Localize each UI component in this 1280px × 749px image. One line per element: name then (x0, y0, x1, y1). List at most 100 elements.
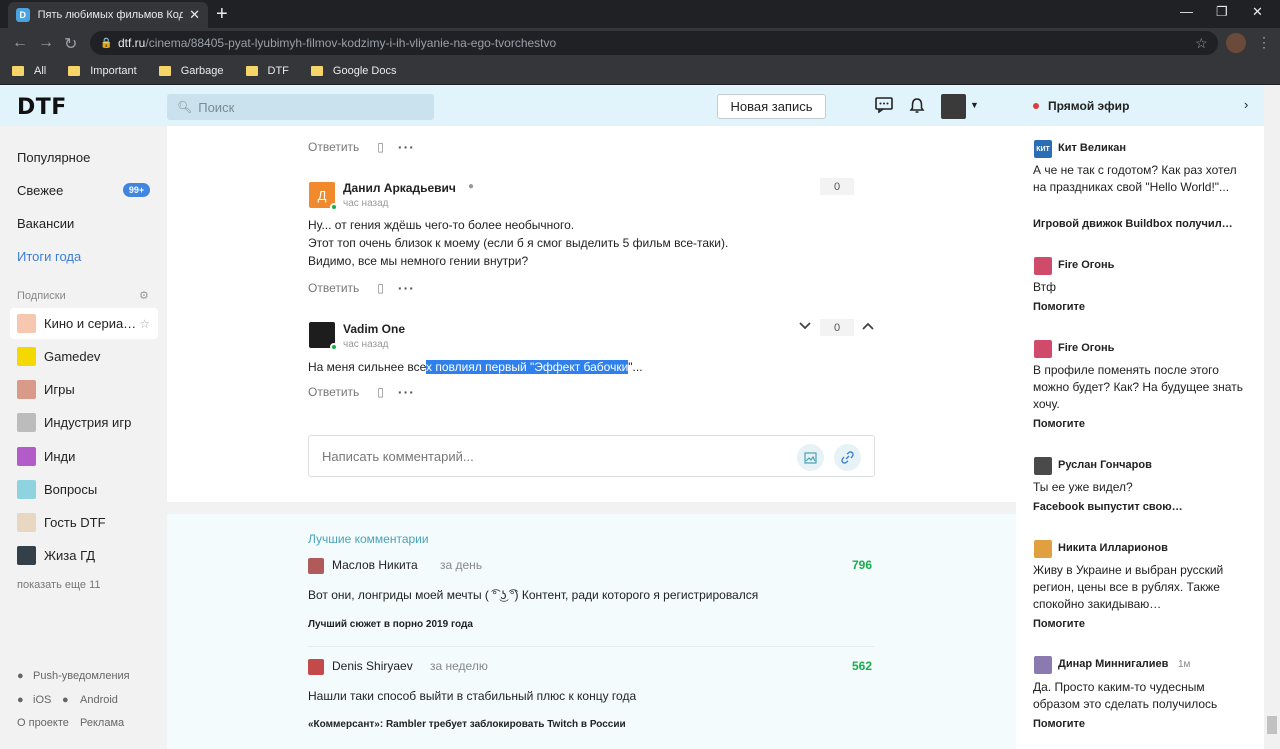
comment-time[interactable]: час назад (343, 339, 389, 350)
best-comment-text[interactable]: Вот они, лонгриды моей мечты ( ͡° ͜ʖ ͡°)… (308, 588, 758, 602)
live-comment-text[interactable]: А че не так с годотом? Как раз хотел на … (1033, 162, 1243, 196)
close-window-icon[interactable]: ✕ (1252, 4, 1263, 20)
profile-avatar[interactable] (1226, 33, 1246, 53)
star-icon[interactable]: ☆ (139, 317, 150, 331)
live-author[interactable]: Руслан Гончаров (1058, 459, 1152, 471)
live-author[interactable]: Fire Огонь (1058, 342, 1114, 354)
user-avatar[interactable] (941, 94, 966, 119)
comment-author[interactable]: Vadim One (343, 322, 405, 336)
notifications-bell-icon[interactable] (909, 97, 925, 119)
vote-down-icon[interactable] (798, 318, 812, 334)
sidebar-sub-gamedev[interactable]: Gamedev (10, 341, 158, 372)
sidebar-sub-cinema[interactable]: Кино и сериа… ☆ (10, 308, 158, 339)
search-input[interactable]: 🔍︎ Поиск (167, 94, 434, 120)
bookmark-icon[interactable]: ▯ (377, 385, 384, 399)
gear-icon[interactable]: ⚙ (139, 289, 149, 302)
bookmark-icon[interactable]: ▯ (377, 281, 384, 295)
live-comment-text[interactable]: В профиле поменять после этого можно буд… (1033, 362, 1243, 413)
reply-button[interactable]: Ответить (308, 140, 359, 154)
new-post-button[interactable]: Новая запись (717, 94, 826, 119)
live-avatar[interactable] (1034, 656, 1052, 674)
sidebar-sub-guest[interactable]: Гость DTF (10, 507, 158, 538)
comment-avatar[interactable]: Д (309, 182, 338, 211)
more-icon[interactable]: ··· (398, 384, 415, 400)
best-comment-post-link[interactable]: «Коммерсант»: Rambler требует заблокиров… (308, 719, 626, 730)
live-post-link[interactable]: Facebook выпустит свою… (1033, 501, 1183, 513)
comment-input[interactable]: Написать комментарий... (308, 435, 875, 477)
sidebar-sub-indie[interactable]: Инди (10, 441, 158, 472)
best-comment-avatar[interactable] (308, 659, 324, 675)
about-link[interactable]: О проекте (17, 717, 69, 729)
sidebar-sub-zhiza[interactable]: Жиза ГД (10, 540, 158, 571)
live-post-link[interactable]: Помогите (1033, 418, 1085, 430)
bookmark-all[interactable]: All (12, 65, 46, 77)
live-avatar[interactable]: КИТ (1034, 140, 1052, 158)
sidebar-sub-questions[interactable]: Вопросы (10, 474, 158, 505)
bookmark-star-icon[interactable]: ☆ (1195, 35, 1208, 52)
bookmark-icon[interactable]: ▯ (377, 140, 384, 154)
sidebar-item-fresh[interactable]: Свежее (17, 183, 63, 198)
messages-icon[interactable] (875, 97, 893, 118)
live-author[interactable]: Fire Огонь (1058, 259, 1114, 271)
best-comment-author[interactable]: Denis Shiryaev (332, 659, 413, 673)
ios-link[interactable]: iOS (33, 694, 51, 706)
live-comment-text[interactable]: Втф (1033, 279, 1243, 296)
best-comment-author[interactable]: Маслов Никита (332, 558, 418, 572)
sidebar-item-year-results[interactable]: Итоги года (17, 249, 81, 264)
close-tab-icon[interactable]: ✕ (189, 7, 200, 23)
link-icon[interactable] (834, 444, 861, 471)
live-avatar[interactable] (1034, 540, 1052, 558)
ads-link[interactable]: Реклама (80, 717, 124, 729)
bookmark-dtf[interactable]: DTF (245, 65, 289, 77)
back-icon[interactable]: ← (12, 34, 28, 52)
live-avatar[interactable] (1034, 457, 1052, 475)
best-comment-avatar[interactable] (308, 558, 324, 574)
comment-time[interactable]: час назад (343, 198, 389, 209)
sidebar-item-jobs[interactable]: Вакансии (17, 216, 74, 231)
show-more-link[interactable]: показать еще 11 (17, 579, 101, 591)
android-link[interactable]: Android (80, 694, 118, 706)
live-feed-header[interactable]: Прямой эфир › (1016, 86, 1264, 126)
live-author[interactable]: Динар Миннигалиев (1058, 658, 1168, 670)
best-comment-text[interactable]: Нашли таки способ выйти в стабильный плю… (308, 689, 636, 703)
reply-button[interactable]: Ответить (308, 385, 359, 399)
chevron-down-icon[interactable]: ▼ (970, 100, 979, 110)
maximize-icon[interactable]: ❐ (1216, 4, 1228, 20)
scrollbar-thumb[interactable] (1267, 716, 1277, 734)
chevron-right-icon[interactable]: › (1244, 97, 1248, 112)
bookmark-garbage[interactable]: Garbage (158, 65, 224, 77)
reload-icon[interactable]: ↻ (64, 34, 77, 54)
forward-icon[interactable]: → (38, 34, 54, 52)
image-upload-icon[interactable] (797, 444, 824, 471)
live-post-link[interactable]: Игровой движок Buildbox получил… (1033, 218, 1233, 230)
scrollbar[interactable] (1264, 86, 1280, 749)
bookmark-important[interactable]: Important (68, 65, 137, 77)
reply-button[interactable]: Ответить (308, 281, 359, 295)
live-post-link[interactable]: Помогите (1033, 301, 1085, 313)
live-comment-text[interactable]: Да. Просто каким-то чудесным образом это… (1033, 679, 1243, 713)
live-avatar[interactable] (1034, 340, 1052, 358)
dtf-logo[interactable]: DTF (17, 95, 67, 120)
best-comment-post-link[interactable]: Лучший сюжет в порно 2019 года (308, 619, 473, 630)
url-input[interactable]: 🔒 dtf.ru/cinema/88405-pyat-lyubimyh-film… (90, 31, 1218, 55)
sidebar-sub-games[interactable]: Игры (10, 374, 158, 405)
live-comment-text[interactable]: Ты ее уже видел? (1033, 479, 1243, 496)
sidebar-item-popular[interactable]: Популярное (17, 150, 90, 165)
live-author[interactable]: Кит Великан (1058, 142, 1126, 154)
bookmark-google-docs[interactable]: Google Docs (310, 65, 397, 77)
more-icon[interactable]: ··· (398, 139, 415, 155)
minimize-icon[interactable]: — (1180, 4, 1193, 19)
new-tab-icon[interactable]: + (216, 3, 228, 25)
live-author[interactable]: Никита Илларионов (1058, 542, 1168, 554)
sidebar-sub-industry[interactable]: Индустрия игр (10, 407, 158, 438)
comment-avatar[interactable] (309, 322, 338, 351)
live-post-link[interactable]: Помогите (1033, 718, 1085, 730)
live-post-link[interactable]: Помогите (1033, 618, 1085, 630)
menu-kebab-icon[interactable]: ⋮ (1257, 34, 1271, 51)
browser-tab[interactable]: D Пять любимых фильмов Кодзимы ✕ (8, 2, 208, 28)
push-notifications-link[interactable]: Push-уведомления (33, 670, 130, 682)
vote-up-icon[interactable] (861, 318, 875, 334)
more-icon[interactable]: ··· (398, 280, 415, 296)
live-avatar[interactable] (1034, 257, 1052, 275)
comment-author[interactable]: Данил Аркадьевич (343, 181, 456, 195)
